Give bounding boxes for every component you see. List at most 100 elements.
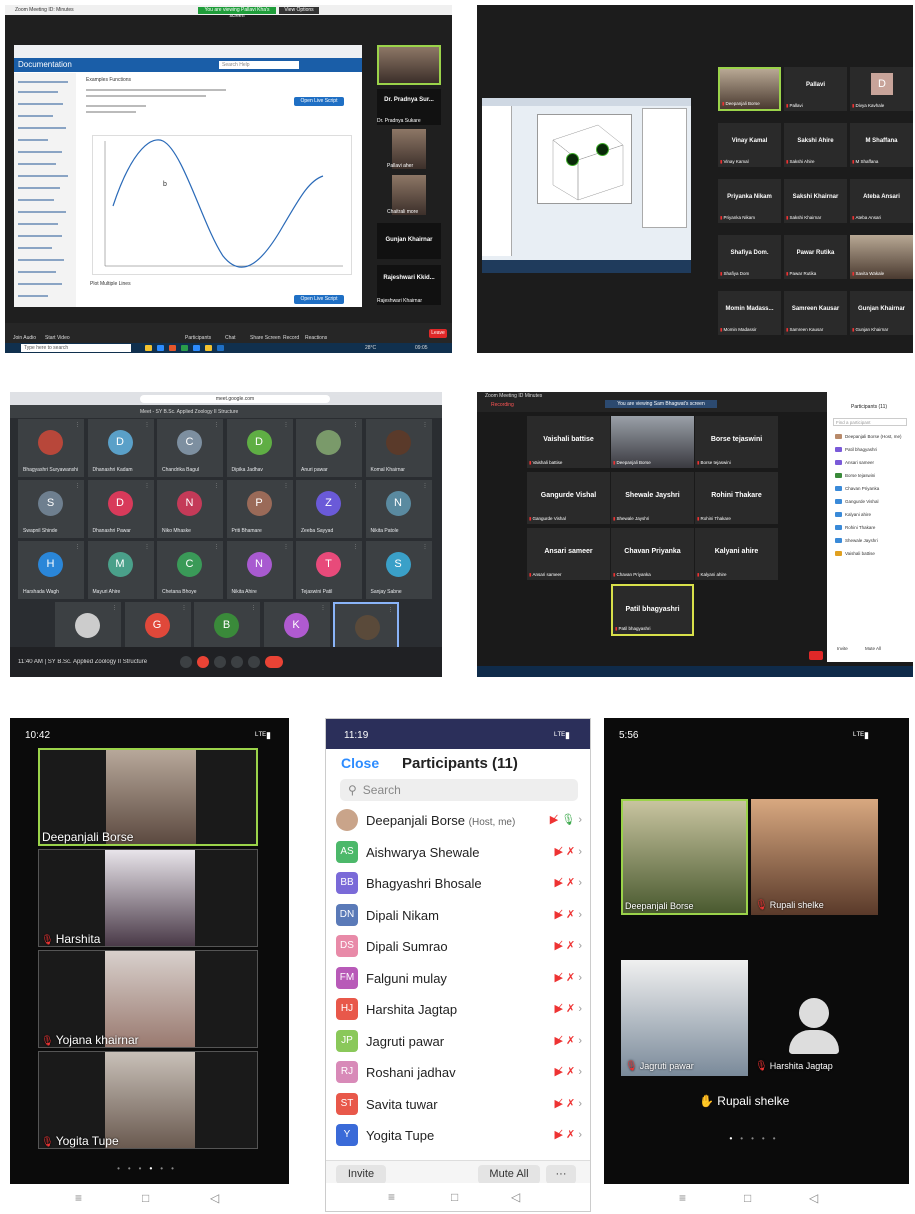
participant-tile[interactable]: Chavan Priyanka ▮Chavan Priyanka <box>611 528 694 580</box>
meet-tile[interactable]: ⋮ Bhagyashri Suryawanshi <box>18 419 84 477</box>
more-icon[interactable]: ⋮ <box>182 605 187 611</box>
home-icon[interactable]: □ <box>142 1191 149 1205</box>
participant-row[interactable]: DS Dipali Sumrao ▶̸ ✗ › <box>336 933 586 961</box>
taskbar-search[interactable]: Type here to search <box>21 344 131 352</box>
participant-row[interactable]: Deepanjali Borse (Host, me) <box>835 434 902 440</box>
participant-row[interactable]: Ansari sameer <box>835 460 874 466</box>
reactions-button[interactable]: Reactions <box>305 335 327 341</box>
meet-tile[interactable]: C ⋮ Chandrika Bagul <box>157 419 223 477</box>
participant-tile[interactable]: Pawar Rutika ▮Pawar Rutika <box>784 235 847 279</box>
more-icon[interactable]: ⋮ <box>251 605 256 611</box>
more-icon[interactable]: ⋮ <box>353 544 358 550</box>
invite-button[interactable]: Invite <box>837 646 848 651</box>
participant-tile[interactable]: Priyanka Nikam ▮Priyanka Nikam <box>718 179 781 223</box>
meet-tile[interactable]: N ⋮ Nikita Patole <box>365 480 432 538</box>
meet-tile[interactable]: ⋮ Anuri pawar <box>296 419 362 477</box>
participant-tile[interactable]: Patil bhagyashri ▮Patil bhagyashri <box>611 584 694 636</box>
more-button[interactable]: ··· <box>546 1165 576 1184</box>
home-icon[interactable]: □ <box>744 1191 751 1205</box>
more-icon[interactable]: ⋮ <box>145 483 150 489</box>
video-tile[interactable]: Deepanjali Borse <box>38 748 258 846</box>
participant-row[interactable]: Gangurde Vishal <box>835 499 878 505</box>
back-icon[interactable]: ◁ <box>809 1191 818 1205</box>
meet-tile[interactable]: S ⋮ Swapnil Shinde <box>18 480 84 538</box>
mic-button[interactable] <box>180 656 192 668</box>
more-icon[interactable]: ⋮ <box>423 544 428 550</box>
participant-tile[interactable]: Sakshi Ahire ▮Sakshi Ahire <box>784 123 847 167</box>
menu-icon[interactable]: ≡ <box>75 1191 82 1205</box>
chat-button[interactable]: Chat <box>225 335 236 341</box>
participant-row[interactable]: Vaishali battise <box>835 551 875 557</box>
participants-button[interactable]: Participants <box>185 335 211 341</box>
meet-tile[interactable]: H ⋮ Harshada Wagh <box>18 541 84 599</box>
meet-tile[interactable]: N ⋮ Niko Mhaske <box>157 480 223 538</box>
participant-tile[interactable]: Ansari sameer ▮Ansari sameer <box>527 528 610 580</box>
participant-tile[interactable]: Dr. Pradnya Sur... Dr. Pradnya Sukare <box>377 89 441 125</box>
address-bar[interactable]: meet.google.com <box>140 395 330 403</box>
mute-all-button[interactable]: Mute All <box>478 1165 540 1184</box>
meet-tile[interactable]: M ⋮ Mayuri Ahire <box>87 541 154 599</box>
more-icon[interactable]: ⋮ <box>214 544 219 550</box>
participant-row[interactable]: ST Savita tuwar ▶̸ ✗ › <box>336 1091 586 1119</box>
participant-tile[interactable]: Gunjan Khairnar <box>377 223 441 259</box>
back-icon[interactable]: ◁ <box>511 1190 520 1204</box>
more-icon[interactable]: ⋮ <box>214 422 219 428</box>
meet-tile[interactable]: T ⋮ Tejaswini Patil <box>296 541 362 599</box>
participant-row[interactable]: Chavan Priyanka <box>835 486 879 492</box>
more-icon[interactable]: ⋮ <box>75 483 80 489</box>
close-button[interactable]: Close <box>341 755 379 771</box>
more-icon[interactable]: ⋮ <box>388 607 393 613</box>
participant-tile[interactable]: Shafiya Dom. ▮Shafiya Dom <box>718 235 781 279</box>
start-video-button[interactable]: Start Video <box>45 335 70 341</box>
participant-row[interactable]: JP Jagruti pawar ▶̸ ✗ › <box>336 1028 586 1056</box>
more-button[interactable] <box>248 656 260 668</box>
video-tile[interactable]: Deepanjali Borse <box>621 799 748 915</box>
participant-tile[interactable]: M Shaffana ▮M Shaffana <box>850 123 913 167</box>
participant-tile[interactable]: Ateba Ansari ▮Ateba Ansari <box>850 179 913 223</box>
meet-tile[interactable]: D ⋮ Dipika Jadhav <box>226 419 293 477</box>
doc-tabs[interactable]: Examples Functions <box>86 77 131 83</box>
video-tile[interactable]: 🎙 Rupali shelke <box>751 799 878 915</box>
video-tile[interactable]: 🎙 Yogita Tupe <box>38 1051 258 1149</box>
meet-tab[interactable]: Meet - SY B.Sc. Applied Zoology II Struc… <box>140 409 238 415</box>
more-icon[interactable]: ⋮ <box>112 605 117 611</box>
participant-tile[interactable]: Kalyani ahire ▮Kalyani ahire <box>695 528 778 580</box>
captions-button[interactable] <box>214 656 226 668</box>
participant-tile[interactable]: Rajeshwari Kkid... Rajeshwari Khairnar <box>377 265 441 305</box>
participant-row[interactable]: DN Dipali Nikam ▶̸ ✗ › <box>336 902 586 930</box>
participant-row[interactable]: AS Aishwarya Shewale ▶̸ ✗ › <box>336 839 586 867</box>
record-button[interactable]: Record <box>283 335 299 341</box>
more-icon[interactable]: ⋮ <box>353 422 358 428</box>
more-icon[interactable]: ⋮ <box>321 605 326 611</box>
invite-button[interactable]: Invite <box>336 1165 386 1184</box>
participant-search[interactable]: Find a participant <box>833 418 907 426</box>
open-live-script-button[interactable]: Open Live Script <box>294 97 344 106</box>
hangup-button[interactable] <box>265 656 283 668</box>
leave-button[interactable]: Leave <box>429 329 447 338</box>
meet-tile[interactable]: N ⋮ Nikita Ahire <box>226 541 293 599</box>
meet-tile[interactable]: Z ⋮ Zeeba Sayyad <box>296 480 362 538</box>
participant-tile[interactable]: Momin Madass... ▮Momin Madassir <box>718 291 781 335</box>
more-icon[interactable]: ⋮ <box>145 422 150 428</box>
more-icon[interactable]: ⋮ <box>145 544 150 550</box>
participant-row[interactable]: Borse tejaswini <box>835 473 875 479</box>
more-icon[interactable]: ⋮ <box>423 422 428 428</box>
participant-row[interactable]: FM Falguni mulay ▶̸ ✗ › <box>336 965 586 993</box>
participant-tile[interactable]: ▮Deepanjali Borse <box>611 416 694 468</box>
more-icon[interactable]: ⋮ <box>284 422 289 428</box>
participant-row[interactable]: Patil bhagyashri <box>835 447 877 453</box>
participant-row[interactable]: RJ Roshani jadhav ▶̸ ✗ › <box>336 1059 586 1087</box>
meet-tile[interactable]: P ⋮ Priti Bhamare <box>226 480 293 538</box>
video-tile[interactable]: 🎙 Harshita <box>38 849 258 947</box>
meet-tile[interactable]: S ⋮ Sanjay Sabne <box>365 541 432 599</box>
menu-icon[interactable]: ≡ <box>679 1191 686 1205</box>
more-icon[interactable]: ⋮ <box>75 544 80 550</box>
back-icon[interactable]: ◁ <box>210 1191 219 1205</box>
mute-all-button[interactable]: Mute All <box>865 646 881 651</box>
more-icon[interactable]: ⋮ <box>284 483 289 489</box>
participant-row[interactable]: BB Bhagyashri Bhosale ▶̸ ✗ › <box>336 870 586 898</box>
participant-row[interactable]: Kalyani ahire <box>835 512 871 518</box>
view-options-button[interactable]: View Options <box>279 7 319 14</box>
participant-tile[interactable]: Sakshi Khairnar ▮Sakshi Khairnar <box>784 179 847 223</box>
meet-tile[interactable]: C ⋮ Chetana Bhoye <box>157 541 223 599</box>
